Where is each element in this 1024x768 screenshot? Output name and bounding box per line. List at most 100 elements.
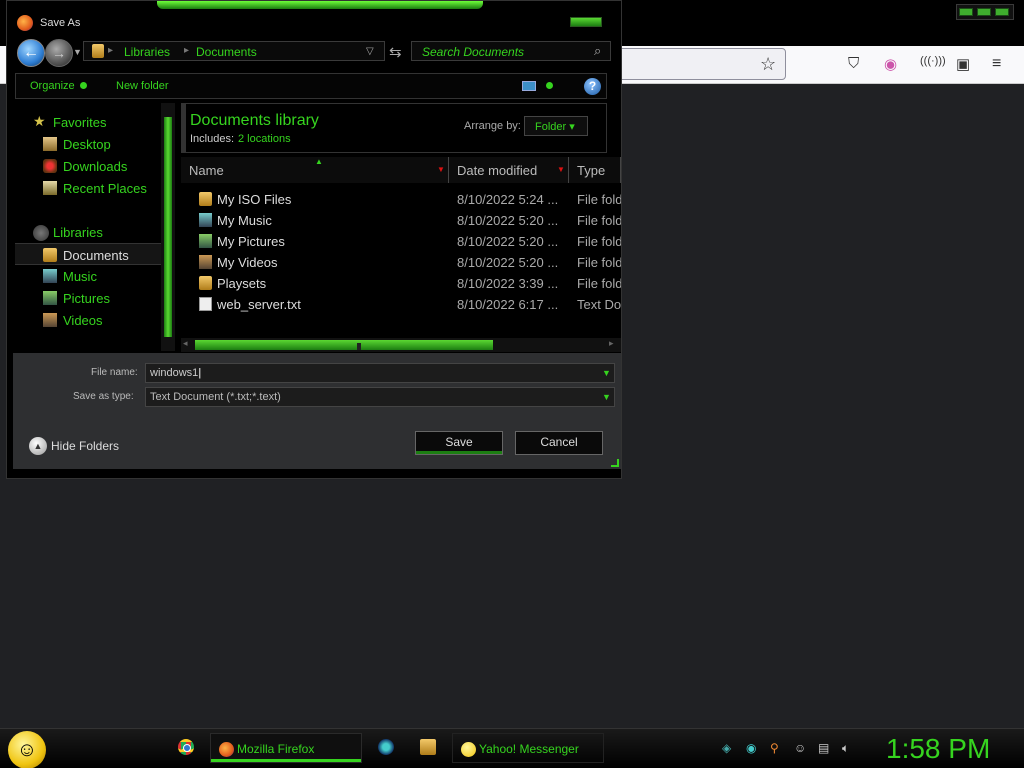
nav-item-downloads[interactable]: Downloads [15, 155, 161, 177]
maximize-icon[interactable] [977, 8, 991, 16]
scroll-right-icon[interactable]: ▸ [609, 338, 614, 349]
chevron-down-icon[interactable]: ▼ [599, 388, 614, 406]
resize-grip-icon[interactable] [611, 459, 619, 467]
minimize-icon[interactable] [959, 8, 973, 16]
help-icon[interactable]: ? [584, 78, 601, 95]
refresh-icon[interactable]: ⇆ [389, 43, 402, 61]
chevron-down-icon[interactable]: ▼ [599, 364, 614, 382]
bookmark-star-icon[interactable]: ☆ [760, 54, 776, 75]
start-button[interactable]: ☺ [8, 731, 46, 768]
table-row[interactable]: My Videos 8/10/2022 5:20 ... File folder [181, 252, 621, 273]
view-icon[interactable] [522, 81, 536, 91]
close-button[interactable] [570, 17, 602, 27]
column-type[interactable]: Type [569, 157, 621, 183]
scroll-left-icon[interactable]: ◂ [183, 338, 188, 349]
breadcrumb-libraries[interactable]: Libraries [124, 45, 170, 59]
window-controls[interactable] [956, 4, 1014, 20]
file-type: File folder [577, 234, 621, 249]
extension-icon[interactable]: ◉ [884, 55, 897, 73]
nav-item-videos[interactable]: Videos [15, 309, 161, 331]
table-row[interactable]: web_server.txt 8/10/2022 6:17 ... Text D… [181, 294, 621, 315]
extension-2-icon[interactable]: (((·))) [920, 55, 946, 67]
nav-item-desktop[interactable]: Desktop [15, 133, 161, 155]
taskbar-item-firefox[interactable]: Mozilla Firefox [210, 733, 362, 763]
search-icon[interactable]: ⌕ [594, 43, 601, 59]
chrome-icon[interactable] [178, 739, 194, 755]
hide-folders-button[interactable]: Hide Folders [51, 439, 119, 453]
folder-icon[interactable] [420, 739, 436, 755]
forward-arrow-icon: → [52, 45, 66, 61]
firefox-icon [219, 742, 234, 757]
task-label: Mozilla Firefox [237, 742, 315, 756]
search-icon[interactable]: ⚲ [770, 741, 784, 755]
table-row[interactable]: My Pictures 8/10/2022 5:20 ... File fold… [181, 231, 621, 252]
taskbar-item-yahoo-messenger[interactable]: Yahoo! Messenger [452, 733, 604, 763]
vpn-icon[interactable]: ◉ [746, 741, 760, 755]
title-glow [157, 1, 483, 9]
folder-icon [199, 192, 212, 206]
downloads-icon [43, 159, 57, 173]
horizontal-scrollbar[interactable]: ◂ ▸ [181, 338, 621, 352]
close-icon[interactable] [995, 8, 1009, 16]
chevron-down-icon: ▾ [569, 121, 575, 133]
scroll-thumb[interactable] [195, 340, 493, 350]
nav-libraries[interactable]: Libraries [15, 221, 161, 243]
nav-favorites[interactable]: ★ Favorites [15, 111, 161, 133]
vpn-shield-icon[interactable] [378, 739, 394, 755]
libraries-icon [33, 225, 49, 241]
organize-button[interactable]: Organize [30, 80, 75, 92]
nav-item-music[interactable]: Music [15, 265, 161, 287]
nav-scrollbar[interactable] [161, 103, 175, 351]
file-type: Text Document [577, 297, 621, 312]
nav-label: Desktop [63, 137, 111, 152]
extensions-icon[interactable]: ▣ [956, 55, 970, 73]
cancel-button[interactable]: Cancel [515, 431, 603, 455]
menu-icon[interactable]: ≡ [992, 55, 1001, 73]
chevron-right-icon[interactable]: ▸ [108, 45, 113, 56]
filter-chevron-icon[interactable]: ▼ [437, 165, 445, 174]
network-icon[interactable]: ▤ [818, 741, 832, 755]
chevron-down-icon[interactable]: ▽ [366, 46, 374, 57]
new-folder-button[interactable]: New folder [116, 80, 169, 92]
shield-icon[interactable]: ◈ [722, 741, 736, 755]
clock[interactable]: 1:58 PM [886, 733, 990, 765]
file-type: File folder [577, 192, 621, 207]
file-name: Playsets [217, 276, 267, 291]
chevron-right-icon[interactable]: ▸ [184, 45, 189, 56]
nav-item-documents[interactable]: Documents [15, 243, 161, 265]
messenger-tray-icon[interactable]: ☺ [794, 741, 808, 755]
scroll-thumb[interactable] [164, 117, 172, 337]
nav-item-recent-places[interactable]: Recent Places [15, 177, 161, 199]
table-row[interactable]: My Music 8/10/2022 5:20 ... File folder [181, 210, 621, 231]
back-button[interactable]: ← [17, 39, 45, 67]
chevron-up-icon[interactable]: ▲ [29, 437, 47, 455]
forward-button[interactable]: → [45, 39, 73, 67]
file-date: 8/10/2022 6:17 ... [457, 297, 559, 312]
view-dropdown-icon[interactable] [546, 82, 553, 89]
save-button[interactable]: Save [415, 431, 503, 455]
table-row[interactable]: My ISO Files 8/10/2022 5:24 ... File fol… [181, 189, 621, 210]
table-row[interactable]: Playsets 8/10/2022 3:39 ... File folder [181, 273, 621, 294]
file-date: 8/10/2022 5:20 ... [457, 234, 559, 249]
file-date: 8/10/2022 5:20 ... [457, 255, 559, 270]
file-name-input[interactable]: windows1| [145, 363, 615, 383]
task-label: Yahoo! Messenger [479, 742, 579, 756]
search-input[interactable]: Search Documents ⌕ [411, 41, 611, 61]
arrange-by-dropdown[interactable]: Folder ▾ [524, 116, 588, 136]
column-date-modified[interactable]: Date modified ▼ [449, 157, 569, 183]
file-type: File folder [577, 213, 621, 228]
nav-label: Documents [63, 248, 129, 263]
volume-icon[interactable]: 🔈︎ [842, 741, 856, 755]
organize-dropdown-icon[interactable] [80, 82, 87, 89]
filter-chevron-icon[interactable]: ▼ [557, 165, 565, 174]
breadcrumb-documents[interactable]: Documents [196, 45, 257, 59]
address-bar[interactable]: ▸ Libraries ▸ Documents ▽ [83, 41, 385, 61]
header-edge [182, 104, 186, 152]
includes-locations-link[interactable]: 2 locations [238, 133, 291, 145]
save-as-type-select[interactable]: Text Document (*.txt;*.text) [145, 387, 615, 407]
pocket-icon[interactable]: ⛉ [848, 55, 859, 72]
recent-locations-chevron-icon[interactable]: ▼ [73, 47, 82, 57]
nav-item-pictures[interactable]: Pictures [15, 287, 161, 309]
back-arrow-icon: ← [23, 44, 39, 61]
column-name[interactable]: ▲ Name ▼ [181, 157, 449, 183]
